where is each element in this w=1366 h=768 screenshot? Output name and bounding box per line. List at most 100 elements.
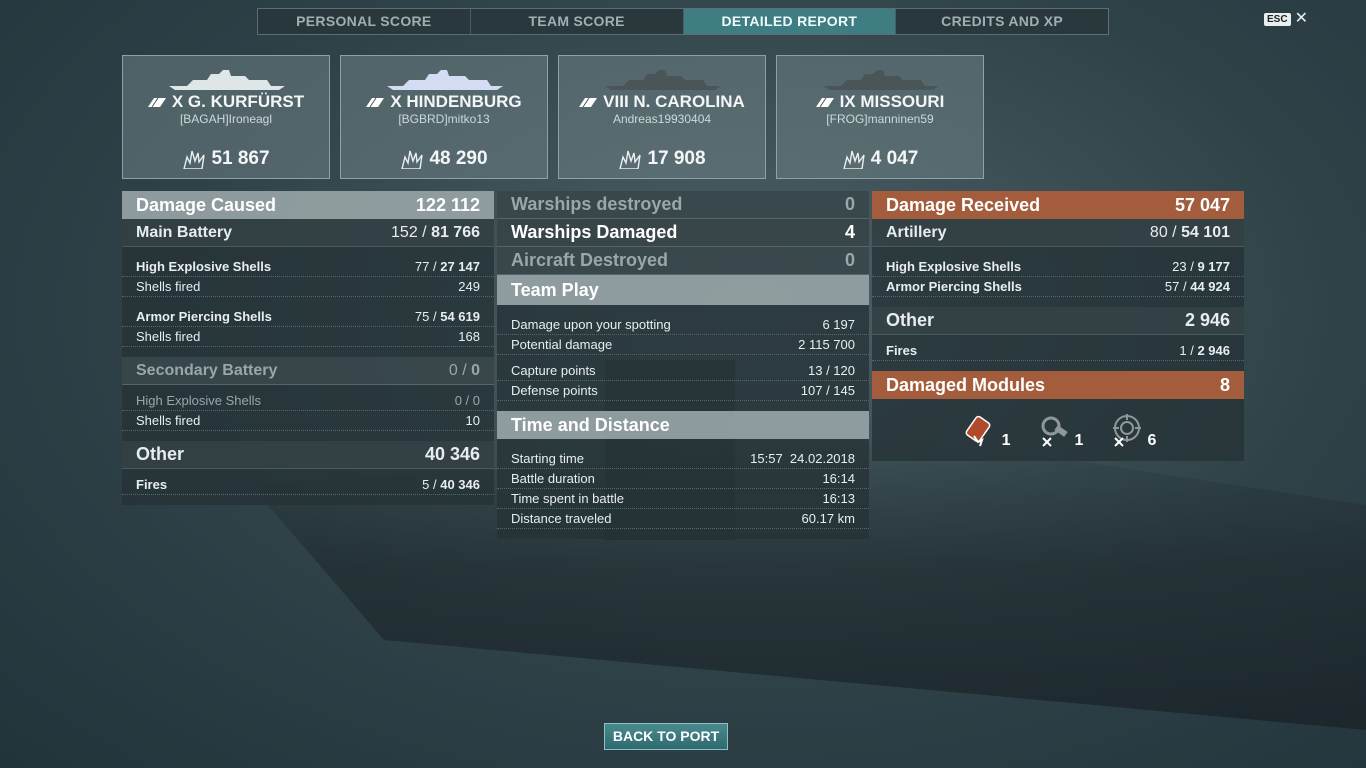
defense-points-label: Defense points [511, 383, 598, 398]
battleship-class-icon [815, 97, 834, 107]
starting-time-value: 15:57 24.02.2018 [750, 451, 855, 466]
secondary-battery-value: 0 / 0 [448, 361, 480, 379]
received-he-damage: 9 177 [1197, 259, 1230, 274]
secondary-battery-damage: 0 [471, 361, 480, 379]
secondary-he-hits: 0 [454, 393, 462, 408]
aircraft-destroyed-header: Aircraft Destroyed 0 [497, 247, 869, 275]
tab-detailed-report[interactable]: DETAILED REPORT [683, 9, 897, 34]
secondary-he-row: High Explosive Shells 0 / 0 [122, 391, 494, 411]
close-control[interactable]: ESC ✕ [1264, 11, 1308, 27]
main-battery-hits: 152 [391, 223, 418, 241]
player-name: [FROG]manninen59 [826, 112, 934, 126]
battleship-silhouette-icon [823, 70, 939, 90]
ship-damage: 17 908 [559, 148, 765, 170]
ap-shells-damage: 54 619 [440, 309, 480, 324]
player-name: [BGBRD]mitko13 [398, 112, 490, 126]
ship-card-4: IX MISSOURI [FROG]manninen59 4 047 [776, 55, 984, 179]
damage-caused-panel: Damage Caused 122 112 Main Battery 152 /… [122, 191, 494, 505]
potential-damage-label: Potential damage [511, 337, 613, 352]
artillery-header: Artillery 80 / 54 101 [872, 219, 1244, 247]
main-battery-label: Main Battery [136, 223, 233, 241]
spotting-damage-value: 6 197 [822, 317, 855, 332]
warships-destroyed-header: Warships destroyed 0 [497, 191, 869, 219]
damage-caused-total: 122 112 [415, 194, 480, 215]
fires-caused-value: 5 / 40 346 [422, 477, 480, 492]
ship-damage-value: 48 290 [429, 148, 488, 169]
received-he-hits: 23 [1172, 259, 1187, 274]
ship-damage: 51 867 [123, 148, 329, 170]
ship-name-text: X G. KURFÜRST [171, 92, 305, 111]
esc-key-badge[interactable]: ESC [1264, 12, 1291, 26]
secondary-battery-header: Secondary Battery 0 / 0 [122, 357, 494, 385]
starting-time-row: Starting time 15:57 24.02.2018 [497, 449, 869, 469]
player-name: Andreas19930404 [612, 112, 712, 126]
fires-received-value: 1 / 2 946 [1179, 343, 1230, 358]
time-distance-header: Time and Distance [497, 411, 869, 439]
module-turret-count: 6 [1147, 432, 1157, 449]
aircraft-destroyed-label: Aircraft Destroyed [511, 250, 669, 270]
potential-damage-value: 2 115 700 [798, 337, 855, 352]
module-engine: 1 [960, 412, 1011, 450]
secondary-fired-value: 10 [465, 413, 480, 428]
received-ap-value: 57 / 44 924 [1164, 279, 1230, 294]
received-he-row: High Explosive Shells 23 / 9 177 [872, 257, 1244, 277]
other-caused-total: 40 346 [424, 444, 480, 464]
ship-damage-value: 17 908 [647, 148, 706, 169]
close-icon[interactable]: ✕ [1295, 11, 1308, 27]
other-received-header: Other 2 946 [872, 307, 1244, 335]
ap-shells-fired-value: 168 [458, 329, 480, 344]
artillery-value: 80 / 54 101 [1149, 223, 1230, 241]
time-distance-title: Time and Distance [511, 414, 670, 435]
battle-duration-value: 16:14 [822, 471, 855, 486]
ship-damage: 4 047 [777, 148, 983, 170]
battleship-silhouette-icon [605, 70, 721, 90]
ship-name-text: IX MISSOURI [839, 92, 945, 111]
received-ap-row: Armor Piercing Shells 57 / 44 924 [872, 277, 1244, 297]
explosion-icon [401, 150, 424, 169]
secondary-he-damage: 0 [472, 393, 480, 408]
warships-damaged-label: Warships Damaged [511, 222, 678, 242]
ship-damage-value: 51 867 [211, 148, 270, 169]
fires-received-damage: 2 946 [1197, 343, 1230, 358]
he-shells-fired-row: Shells fired 249 [122, 277, 494, 297]
ap-shells-label: Armor Piercing Shells [136, 309, 272, 324]
received-ap-hits: 57 [1164, 279, 1180, 294]
he-shells-label: High Explosive Shells [136, 259, 272, 274]
artillery-hits: 80 [1149, 223, 1168, 241]
battlecruiser-silhouette-icon [387, 70, 503, 90]
damage-received-total: 57 047 [1174, 194, 1230, 215]
main-battery-value: 152 / 81 766 [391, 223, 480, 241]
ap-shells-row: Armor Piercing Shells 75 / 54 619 [122, 307, 494, 327]
back-to-port-button[interactable]: BACK TO PORT [604, 723, 728, 750]
battleship-silhouette-icon [169, 70, 285, 90]
tab-personal-score[interactable]: PERSONAL SCORE [258, 9, 471, 34]
team-play-title: Team Play [511, 279, 599, 300]
fires-received-label: Fires [886, 343, 918, 358]
player-name: [BAGAH]Ironeagl [179, 112, 273, 126]
tab-credits-and-xp[interactable]: CREDITS AND XP [896, 9, 1108, 34]
artillery-label: Artillery [886, 223, 947, 241]
other-received-label: Other [886, 310, 935, 330]
fires-received-hits: 1 [1179, 343, 1187, 358]
explosion-icon [619, 150, 642, 169]
damage-received-title: Damage Received [886, 194, 1041, 215]
distance-traveled-row: Distance traveled 60.17 km [497, 509, 869, 529]
module-steering-count: 1 [1074, 432, 1084, 449]
ship-damage: 48 290 [341, 148, 547, 170]
main-battery-damage: 81 766 [431, 223, 480, 241]
secondary-battery-label: Secondary Battery [136, 361, 278, 379]
capture-points-row: Capture points 13 / 120 [497, 361, 869, 381]
module-turret: 6 [1105, 412, 1156, 450]
ap-shells-hits: 75 [414, 309, 430, 324]
capture-points-value: 13 / 120 [808, 363, 855, 378]
distance-traveled-value: 60.17 km [801, 511, 855, 526]
tab-team-score[interactable]: TEAM SCORE [471, 9, 684, 34]
he-shells-value: 77 / 27 147 [414, 259, 480, 274]
he-shells-damage: 27 147 [440, 259, 480, 274]
secondary-battery-hits: 0 [448, 361, 458, 379]
he-shells-row: High Explosive Shells 77 / 27 147 [122, 257, 494, 277]
warships-damaged-header: Warships Damaged 4 [497, 219, 869, 247]
battle-duration-label: Battle duration [511, 471, 595, 486]
warships-damaged-value: 4 [844, 222, 855, 242]
spotting-damage-label: Damage upon your spotting [511, 317, 671, 332]
